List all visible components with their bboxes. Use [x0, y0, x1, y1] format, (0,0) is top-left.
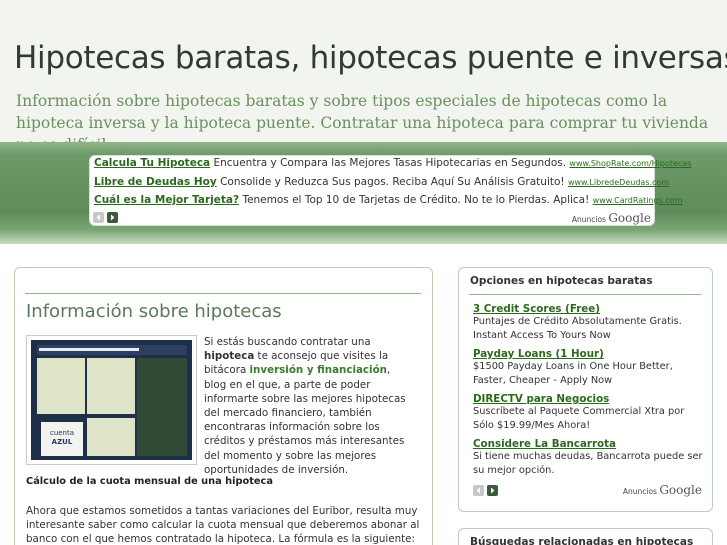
post-divider	[25, 293, 421, 294]
intro-link[interactable]: inversión y financiación	[250, 364, 387, 376]
sidebar-title: Opciones en hipotecas baratas	[470, 275, 653, 287]
site-title[interactable]: Hipotecas baratas, hipotecas puente e in…	[14, 40, 727, 76]
sidebar-ad-2-title[interactable]: Payday Loans (1 Hour)	[473, 348, 703, 360]
related-searches-widget: Búsquedas relacionadas en hipotecas	[458, 528, 713, 545]
sidebar-ad-4-title[interactable]: Considere La Bancarrota	[473, 438, 703, 450]
sidebar-ad-3-title[interactable]: DIRECTV para Negocios	[473, 393, 703, 405]
logo-line-1: cuenta	[49, 429, 75, 437]
intro-keyword: hipoteca	[204, 350, 255, 363]
post-paragraph: Ahora que estamos sometidos a tantas var…	[26, 505, 420, 545]
sidebar-ads-by-google[interactable]: Anuncios Google	[623, 483, 702, 497]
next-arrow-icon[interactable]	[107, 212, 118, 223]
sidebar-ad-nav	[473, 485, 498, 496]
top-ad-3-text: Tenemos el Top 10 de Tarjetas de Crédito…	[242, 194, 590, 206]
thumb-column-3	[87, 418, 135, 456]
thumb-sidebar	[137, 358, 187, 456]
post-intro: Si estás buscando contratar una hipoteca…	[204, 335, 414, 477]
thumb-screenshot: cuenta AZUL	[31, 340, 192, 460]
ads-by-label: Anuncios	[571, 215, 606, 224]
sidebar-ad-4-text: Si tiene muchas deudas, Bancarrota puede…	[473, 451, 703, 476]
post-title[interactable]: Información sobre hipotecas	[26, 301, 282, 322]
sidebar-ad-2[interactable]: Payday Loans (1 Hour) $1500 Payday Loans…	[473, 348, 703, 387]
blog-header: Hipotecas baratas, hipotecas puente e in…	[0, 0, 727, 154]
sidebar-ad-3[interactable]: DIRECTV para Negocios Suscríbete al Paqu…	[473, 393, 703, 432]
sidebar-ad-4[interactable]: Considere La Bancarrota Si tiene muchas …	[473, 438, 703, 477]
top-ad-2-url[interactable]: www.LibredeDeudas.com	[568, 178, 669, 187]
related-searches-title: Búsquedas relacionadas en hipotecas	[470, 536, 694, 545]
top-ad-2-title[interactable]: Libre de Deudas Hoy	[94, 176, 217, 188]
sidebar-ad-widget: Opciones en hipotecas baratas 3 Credit S…	[458, 267, 713, 512]
post-screenshot-image[interactable]: cuenta AZUL	[26, 335, 197, 465]
logo-line-2: AZUL	[51, 438, 73, 446]
top-ad-unit: Calcula Tu Hipoteca Encuentra y Compara …	[89, 155, 691, 226]
intro-text-1: Si estás buscando contratar una	[204, 336, 371, 348]
sidebar-ad-1-text: Puntajes de Crédito Absolutamente Gratis…	[473, 316, 682, 341]
thumb-column-2	[87, 358, 135, 414]
sidebar-ad-3-text: Suscríbete al Paquete Commercial Xtra po…	[473, 406, 685, 431]
top-ad-1[interactable]: Calcula Tu Hipoteca Encuentra y Compara …	[94, 157, 691, 169]
top-ad-3-title[interactable]: Cuál es la Mejor Tarjeta?	[94, 194, 239, 206]
sidebar-google-logo: Google	[659, 483, 702, 497]
prev-arrow-icon[interactable]	[473, 485, 484, 496]
top-ad-2[interactable]: Libre de Deudas Hoy Consolide y Reduzca …	[94, 176, 669, 188]
intro-text-3: , blog en el que, a parte de poder infor…	[204, 364, 406, 476]
top-ad-1-text: Encuentra y Compara las Mejores Tasas Hi…	[213, 157, 567, 169]
sidebar-ad-2-text: $1500 Payday Loans in One Hour Better, F…	[473, 361, 673, 386]
ads-by-google[interactable]: Anuncios Google	[572, 211, 651, 225]
sidebar-divider	[469, 294, 701, 295]
top-ad-3-url[interactable]: www.CardRatings.com	[593, 196, 683, 205]
thumb-header-bar	[39, 348, 139, 351]
top-ad-1-url[interactable]: www.ShopRate.com/Hipotecas	[569, 159, 691, 168]
top-ad-2-text: Consolide y Reduzca Sus pagos. Reciba Aq…	[220, 176, 565, 188]
google-logo: Google	[608, 211, 651, 225]
section-subheading: Cálculo de la cuota mensual de una hipot…	[26, 476, 273, 487]
prev-arrow-icon[interactable]	[93, 212, 104, 223]
main-post: Información sobre hipotecas cuenta AZUL …	[14, 267, 433, 545]
next-arrow-icon[interactable]	[487, 485, 498, 496]
sidebar-ad-1[interactable]: 3 Credit Scores (Free) Puntajes de Crédi…	[473, 303, 703, 342]
thumb-header	[37, 345, 187, 355]
sidebar-ad-1-title[interactable]: 3 Credit Scores (Free)	[473, 303, 703, 315]
top-ad-nav	[93, 212, 118, 223]
top-ad-1-title[interactable]: Calcula Tu Hipoteca	[94, 157, 210, 169]
cuenta-azul-logo: cuenta AZUL	[41, 422, 83, 456]
top-ad-3[interactable]: Cuál es la Mejor Tarjeta? Tenemos el Top…	[94, 194, 682, 206]
thumb-column-1	[37, 358, 85, 414]
sidebar-ads-by-label: Anuncios	[622, 487, 657, 496]
